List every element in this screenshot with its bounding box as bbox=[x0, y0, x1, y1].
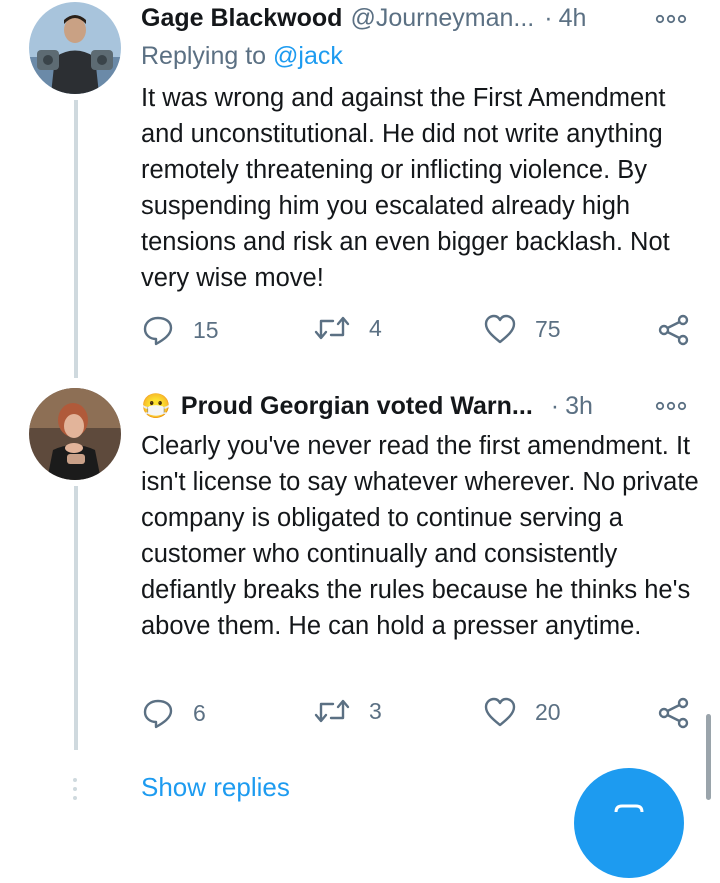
avatar[interactable] bbox=[29, 2, 121, 94]
more-horizontal-icon[interactable] bbox=[654, 396, 688, 416]
like-button[interactable]: 20 bbox=[483, 696, 561, 728]
compose-icon bbox=[614, 804, 644, 813]
tweet-header: Gage Blackwood @Journeyman... · 4h bbox=[141, 0, 700, 36]
retweet-count: 4 bbox=[369, 314, 382, 341]
tweet[interactable]: 😷 Proud Georgian voted Warn... · 3h Clea… bbox=[0, 388, 720, 758]
retweet-button[interactable]: 4 bbox=[313, 313, 382, 343]
timestamp[interactable]: 4h bbox=[559, 4, 587, 33]
author-emoji: 😷 bbox=[141, 392, 171, 420]
retweet-count: 3 bbox=[369, 697, 382, 724]
reply-count: 15 bbox=[193, 316, 219, 343]
heart-icon bbox=[484, 697, 516, 727]
thread-line bbox=[74, 486, 78, 750]
scrollbar[interactable] bbox=[706, 714, 711, 800]
like-count: 20 bbox=[535, 698, 561, 725]
thread-line bbox=[74, 100, 78, 378]
replying-handle[interactable]: @jack bbox=[273, 42, 343, 70]
share-button[interactable] bbox=[657, 313, 709, 347]
replying-to: Replying to @jack bbox=[141, 42, 343, 71]
reply-count: 6 bbox=[193, 699, 206, 726]
share-button[interactable] bbox=[657, 696, 709, 730]
show-replies-link[interactable]: Show replies bbox=[141, 772, 290, 803]
reply-button[interactable]: 15 bbox=[141, 313, 219, 347]
more-horizontal-icon[interactable] bbox=[654, 9, 688, 29]
share-icon bbox=[658, 697, 689, 729]
thread-continuation-dots bbox=[73, 778, 79, 805]
author-name[interactable]: Gage Blackwood bbox=[141, 4, 342, 33]
author-name[interactable]: Proud Georgian voted Warn... bbox=[181, 392, 533, 421]
retweet-button[interactable]: 3 bbox=[313, 696, 382, 726]
like-count: 75 bbox=[535, 315, 561, 342]
like-button[interactable]: 75 bbox=[483, 313, 561, 345]
tweet[interactable]: Gage Blackwood @Journeyman... · 4h Reply… bbox=[0, 0, 720, 380]
separator-dot: · bbox=[550, 391, 560, 420]
reply-icon bbox=[143, 316, 173, 346]
reply-icon bbox=[143, 699, 173, 729]
author-handle[interactable]: @Journeyman... bbox=[350, 4, 534, 33]
timestamp[interactable]: 3h bbox=[565, 392, 593, 421]
tweet-actions: 15 4 75 bbox=[141, 313, 701, 353]
replying-prefix: Replying to bbox=[141, 42, 267, 70]
share-icon bbox=[658, 314, 689, 346]
separator-dot: · bbox=[544, 3, 553, 32]
tweet-text: It was wrong and against the First Amend… bbox=[141, 84, 670, 292]
compose-button[interactable] bbox=[574, 768, 684, 878]
tweet-actions: 6 3 20 bbox=[141, 696, 701, 736]
tweet-header: 😷 Proud Georgian voted Warn... · 3h bbox=[141, 388, 700, 424]
heart-icon bbox=[484, 314, 516, 344]
tweet-text: Clearly you've never read the first amen… bbox=[141, 432, 699, 640]
reply-button[interactable]: 6 bbox=[141, 696, 206, 730]
avatar[interactable] bbox=[29, 388, 121, 480]
retweet-icon bbox=[314, 316, 350, 340]
retweet-icon bbox=[314, 699, 350, 723]
